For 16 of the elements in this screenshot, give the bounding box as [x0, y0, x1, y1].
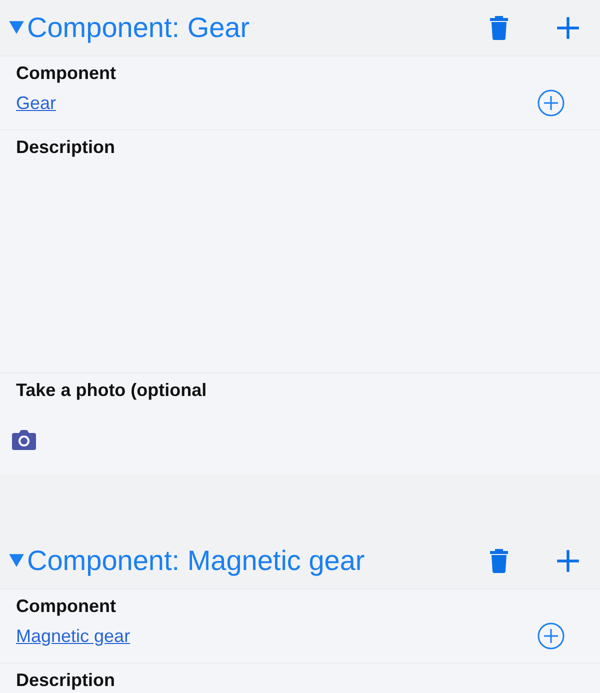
- add-icon[interactable]: [556, 16, 580, 40]
- camera-icon[interactable]: [11, 428, 37, 451]
- component-link[interactable]: Magnetic gear: [16, 626, 130, 646]
- add-icon[interactable]: [556, 548, 580, 572]
- component-link[interactable]: Gear: [16, 92, 56, 114]
- field-label: Component: [16, 62, 117, 85]
- section-title: Component: Magnetic gear: [27, 544, 366, 576]
- trash-icon[interactable]: [489, 14, 509, 40]
- field-label: Component: [16, 595, 117, 618]
- trash-icon[interactable]: [489, 548, 509, 574]
- field-label: Take a photo (optional: [15, 379, 208, 402]
- field-label: Description: [16, 669, 116, 692]
- add-circle-icon[interactable]: [537, 89, 565, 117]
- add-circle-icon[interactable]: [537, 622, 565, 650]
- section-title: Component: Gear: [27, 12, 251, 44]
- field-label: Description: [16, 136, 116, 159]
